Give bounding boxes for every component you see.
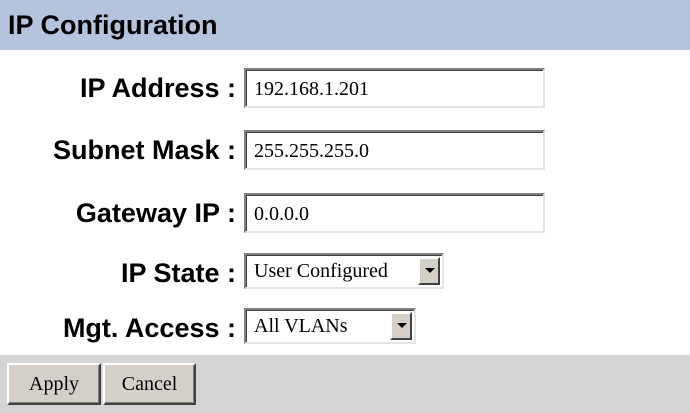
- ip-configuration-panel: IP Configuration IP Address : Subnet Mas…: [0, 0, 690, 413]
- ip-state-row: IP State : User Configured: [0, 253, 690, 293]
- mgt-access-label: Mgt. Access :: [62, 313, 236, 343]
- ip-state-label: IP State :: [120, 258, 236, 288]
- gateway-ip-row: Gateway IP :: [0, 193, 690, 233]
- mgt-access-select[interactable]: All VLANs: [244, 308, 416, 344]
- mgt-access-selected-value: All VLANs: [254, 315, 348, 337]
- cancel-button[interactable]: Cancel: [103, 363, 196, 405]
- gateway-ip-input[interactable]: [244, 193, 545, 233]
- title-bar: IP Configuration: [0, 0, 690, 52]
- chevron-down-icon[interactable]: [390, 312, 412, 340]
- panel-title: IP Configuration: [8, 10, 218, 40]
- chevron-down-icon[interactable]: [418, 257, 440, 285]
- subnet-mask-label: Subnet Mask :: [52, 135, 236, 165]
- ip-address-row: IP Address :: [0, 68, 690, 108]
- ip-state-select[interactable]: User Configured: [244, 253, 444, 289]
- apply-button[interactable]: Apply: [7, 363, 101, 405]
- subnet-mask-input[interactable]: [244, 130, 545, 170]
- subnet-mask-row: Subnet Mask :: [0, 130, 690, 170]
- action-bar: Apply Cancel: [0, 355, 690, 413]
- ip-state-selected-value: User Configured: [254, 260, 388, 282]
- ip-address-input[interactable]: [244, 68, 545, 108]
- gateway-ip-label: Gateway IP :: [75, 198, 236, 228]
- ip-address-label: IP Address :: [79, 73, 236, 103]
- mgt-access-row: Mgt. Access : All VLANs: [0, 308, 690, 348]
